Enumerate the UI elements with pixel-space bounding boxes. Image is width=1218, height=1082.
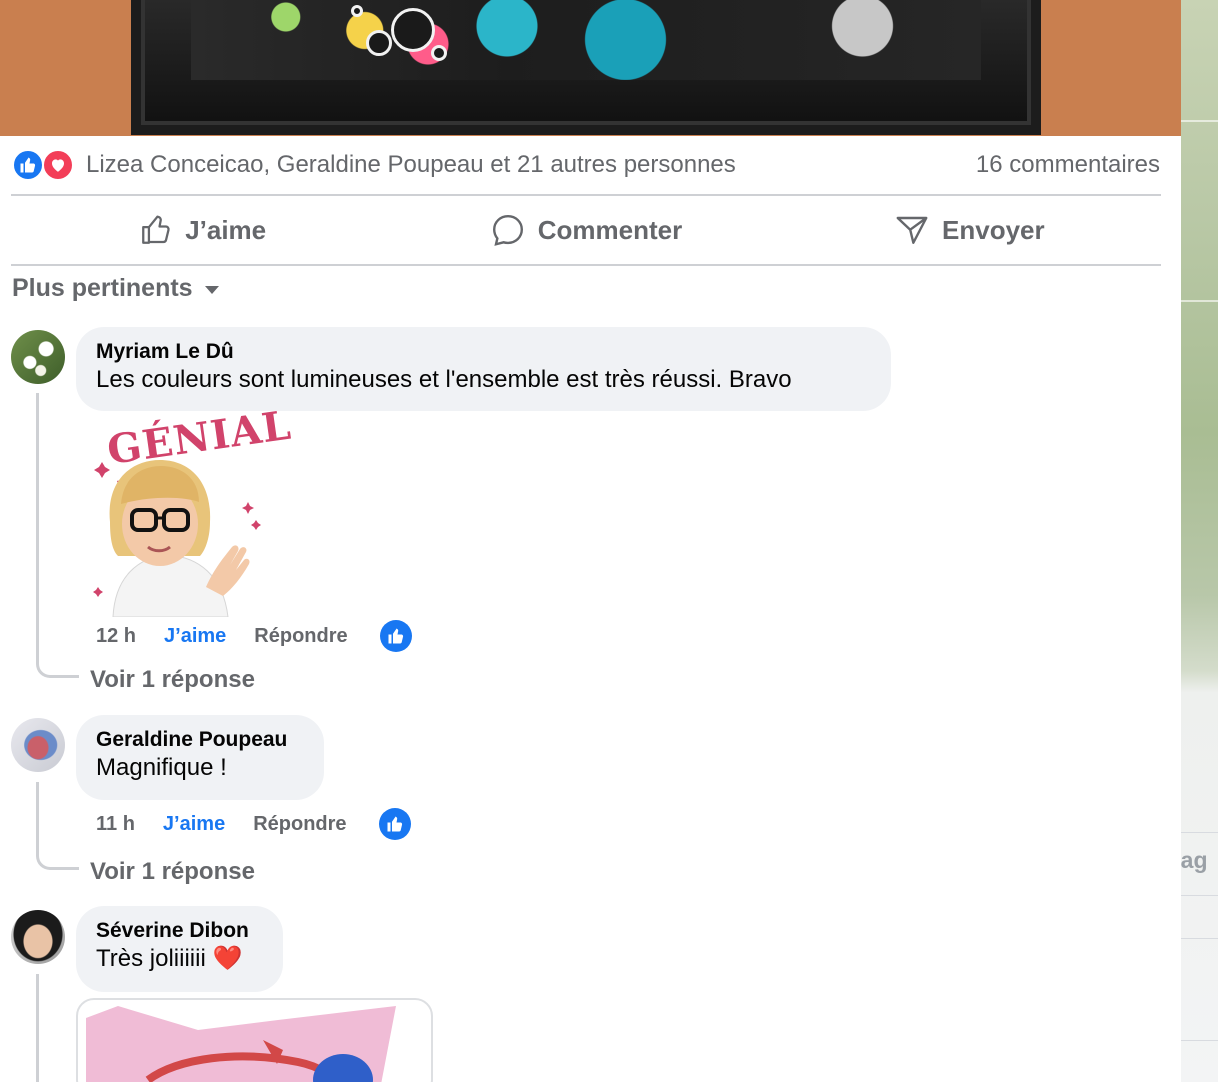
like-button-label: J’aime <box>185 214 267 245</box>
comment-author[interactable]: Myriam Le Dû <box>96 339 871 365</box>
comment-like-link[interactable]: J’aime <box>163 813 225 836</box>
thread-connector <box>36 658 79 678</box>
sort-label: Plus pertinents <box>12 274 193 302</box>
send-button-label: Envoyer <box>942 214 1045 245</box>
avatar[interactable] <box>11 330 65 384</box>
comment-button-label: Commenter <box>537 214 683 245</box>
comment-sort-dropdown[interactable]: Plus pertinents <box>12 274 221 303</box>
comment-reply-link[interactable]: Répondre <box>253 813 346 836</box>
like-reaction-icon[interactable] <box>378 808 411 840</box>
reactions-summary-row: Lizea Conceicao, Geraldine Poupeau et 21… <box>12 147 1162 183</box>
reaction-icons[interactable] <box>12 148 78 182</box>
send-button[interactable]: Envoyer <box>778 196 1161 264</box>
thumbs-up-icon <box>139 213 173 247</box>
like-button[interactable]: J’aime <box>11 196 394 264</box>
comment-timestamp[interactable]: 11 h <box>96 813 135 836</box>
comment-text: Les couleurs sont lumineuses et l'ensemb… <box>96 366 792 393</box>
comment-author[interactable]: Séverine Dibon <box>96 918 263 944</box>
comment-reply-link[interactable]: Répondre <box>254 625 347 648</box>
see-replies-link[interactable]: Voir 1 réponse <box>90 666 255 694</box>
comment-meta: 12 h J’aime Répondre <box>96 620 412 652</box>
painting-artwork <box>191 0 981 80</box>
caret-down-icon <box>203 274 221 303</box>
comment-like-link[interactable]: J’aime <box>164 625 226 648</box>
avatar[interactable] <box>11 910 65 964</box>
thread-line <box>36 974 39 1082</box>
comment-button[interactable]: Commenter <box>394 196 777 264</box>
comment-bubble: Myriam Le Dû Les couleurs sont lumineuse… <box>76 327 891 411</box>
sticker-genial: GÉNIAL ! <box>88 402 294 617</box>
divider <box>11 264 1161 266</box>
comment-text: Très joliiiiii ❤️ <box>96 945 243 972</box>
post-image[interactable] <box>0 0 1181 136</box>
painting-frame <box>131 0 1041 135</box>
like-reaction-icon[interactable] <box>379 620 412 652</box>
comment-text: Magnifique ! <box>96 754 227 781</box>
avatar[interactable] <box>11 718 65 772</box>
reactors-text[interactable]: Lizea Conceicao, Geraldine Poupeau et 21… <box>86 151 736 179</box>
comment-image-attachment[interactable] <box>76 998 433 1082</box>
like-reaction-icon <box>12 149 44 181</box>
send-arrow-icon <box>894 212 930 248</box>
comment-meta: 11 h J’aime Répondre <box>96 808 411 840</box>
post-action-bar: J’aime Commenter Envoyer <box>11 196 1161 264</box>
thread-line <box>36 393 39 658</box>
comment-bubble: Geraldine Poupeau Magnifique ! <box>76 715 324 800</box>
comments-count-link[interactable]: 16 commentaires <box>976 151 1160 179</box>
comment-author[interactable]: Geraldine Poupeau <box>96 727 304 753</box>
thread-line <box>36 782 39 850</box>
comment-timestamp[interactable]: 12 h <box>96 625 136 648</box>
partial-label: tag <box>1181 847 1208 873</box>
thread-connector <box>36 850 79 870</box>
speech-bubble-icon <box>490 212 526 248</box>
see-replies-link[interactable]: Voir 1 réponse <box>90 858 255 886</box>
adjacent-content-strip: tag <box>1181 0 1218 1082</box>
comment-bubble: Séverine Dibon Très joliiiiii ❤️ <box>76 906 283 992</box>
love-reaction-icon <box>42 149 74 181</box>
